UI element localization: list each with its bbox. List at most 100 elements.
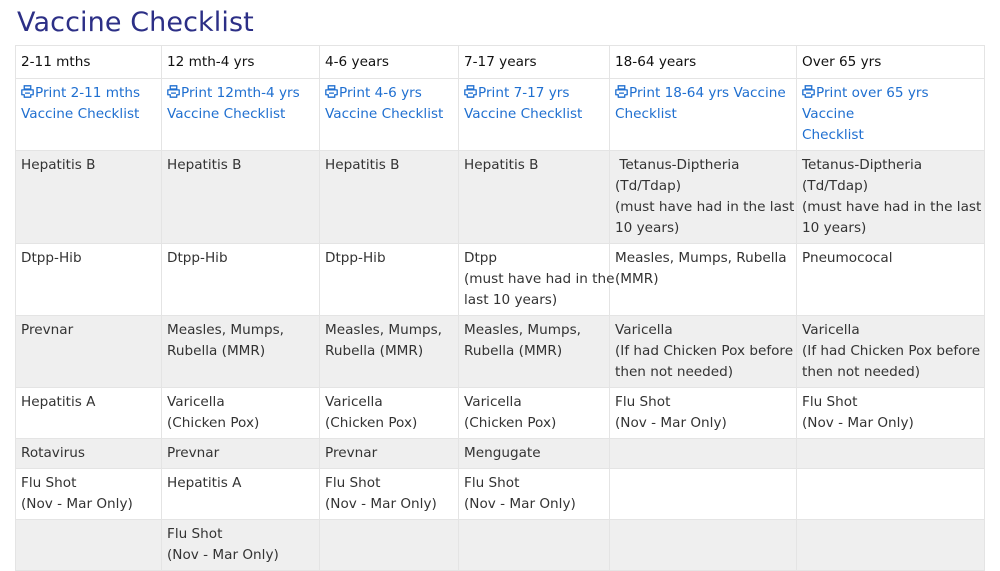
print-link-text: Print 18-64 yrs Vaccine — [615, 83, 791, 104]
print-checklist-link-4-6-years[interactable]: Print 4-6 yrs Vaccine Checklist — [325, 83, 453, 125]
print-checklist-link-over-65-yrs[interactable]: Print over 65 yrs Vaccine Checklist — [802, 83, 979, 146]
vaccine-text: Flu Shot — [464, 475, 520, 491]
print-link-text: Checklist — [615, 106, 677, 122]
table-cell: Tetanus-Diptheria (Td/Tdap) (must have had… — [796, 150, 985, 244]
vaccine-text: (Chicken Pox) — [325, 415, 418, 431]
table-cell — [796, 519, 985, 571]
vaccine-text: Flu Shot — [615, 394, 671, 410]
table-cell: Measles, Mumps, Rubella (MMR) — [458, 315, 610, 388]
print-link-text: Vaccine Checklist — [464, 106, 583, 122]
print-checklist-link-7-17-years[interactable]: Print 7-17 yrs Vaccine Checklist — [464, 83, 604, 125]
table-cell: Flu Shot (Nov - Mar Only) — [609, 387, 797, 439]
vaccine-text: Varicella — [802, 322, 860, 338]
table-cell — [609, 519, 797, 571]
printer-icon — [21, 85, 34, 98]
print-link-text: Print 2-11 mths — [21, 83, 156, 104]
vaccine-text: (MMR) — [615, 271, 659, 287]
print-checklist-link-18-64-years[interactable]: Print 18-64 yrs Vaccine Checklist — [615, 83, 791, 125]
vaccine-text: Measles, Mumps, Rubella — [615, 250, 787, 266]
print-link-cell: Print 7-17 yrs Vaccine Checklist — [458, 78, 610, 151]
vaccine-text: (Nov - Mar Only) — [464, 496, 576, 512]
vaccine-text: Prevnar — [167, 445, 220, 461]
vaccine-text: last 10 years) — [464, 292, 558, 308]
table-cell: Dtpp-Hib — [161, 243, 320, 316]
vaccine-text: Flu Shot — [21, 475, 77, 491]
vaccine-text: Dtpp-Hib — [21, 250, 82, 266]
vaccine-text: Hepatitis B — [21, 157, 96, 173]
vaccine-text: Varicella — [615, 322, 673, 338]
table-cell: Hepatitis A — [15, 387, 162, 439]
vaccine-text: (Chicken Pox) — [167, 415, 260, 431]
vaccine-text: (must have had in the last — [802, 199, 982, 215]
vaccine-text: Prevnar — [325, 445, 378, 461]
print-link-text: Print 7-17 yrs — [464, 83, 604, 104]
vaccine-text: Measles, Mumps, — [325, 322, 442, 338]
table-cell: Measles, Mumps, Rubella (MMR) — [319, 315, 459, 388]
print-link-text: Print 4-6 yrs — [325, 83, 453, 104]
vaccine-text: (If had Chicken Pox before — [615, 343, 794, 359]
table-cell: Flu Shot (Nov - Mar Only) — [15, 468, 162, 520]
table-cell: Varicella (Chicken Pox) — [319, 387, 459, 439]
table-cell — [15, 519, 162, 571]
table-cell: Measles, Mumps, Rubella (MMR) — [609, 243, 797, 316]
vaccine-text: (If had Chicken Pox before — [802, 343, 981, 359]
print-link-cell: Print 12mth-4 yrs Vaccine Checklist — [161, 78, 320, 151]
table-cell: Hepatitis B — [319, 150, 459, 244]
table-cell: Varicella (If had Chicken Pox before then … — [796, 315, 985, 388]
print-link-text: Vaccine Checklist — [21, 106, 140, 122]
vaccine-text: Hepatitis B — [167, 157, 242, 173]
table-row: Rotavirus Prevnar Prevnar Mengugate — [15, 438, 985, 469]
vaccine-text: Dtpp — [464, 250, 498, 266]
table-cell: Hepatitis B — [161, 150, 320, 244]
vaccine-text: (Nov - Mar Only) — [21, 496, 133, 512]
print-link-cell: Print 4-6 yrs Vaccine Checklist — [319, 78, 459, 151]
table-cell: Dtpp-Hib — [319, 243, 459, 316]
print-checklist-link-12-mth-4-yrs[interactable]: Print 12mth-4 yrs Vaccine Checklist — [167, 83, 314, 125]
column-header-18-64-years: 18-64 years — [609, 45, 797, 79]
print-link-cell: Print 2-11 mths Vaccine Checklist — [15, 78, 162, 151]
print-links-row: Print 2-11 mths Vaccine Checklist Print 12… — [15, 78, 985, 151]
vaccine-text: (Nov - Mar Only) — [167, 547, 279, 563]
vaccine-text: Flu Shot — [802, 394, 858, 410]
print-checklist-link-2-11-mths[interactable]: Print 2-11 mths Vaccine Checklist — [21, 83, 156, 125]
print-link-text: Checklist — [802, 127, 864, 143]
vaccine-text: Measles, Mumps, — [167, 322, 284, 338]
table-cell — [609, 438, 797, 469]
column-header-12mth-4yrs: 12 mth-4 yrs — [161, 45, 320, 79]
table-cell: Dtpp (must have had in the last 10 years) — [458, 243, 615, 316]
table-cell: Varicella (If had Chicken Pox before then … — [609, 315, 797, 388]
vaccine-text: Rubella (MMR) — [325, 343, 424, 359]
table-cell — [319, 519, 459, 571]
print-link-text: Vaccine Checklist — [167, 106, 286, 122]
vaccine-text: Pneumococal — [802, 250, 893, 266]
vaccine-text: (Td/Tdap) — [802, 178, 869, 194]
printer-icon — [464, 85, 477, 98]
column-header-over-65-yrs: Over 65 yrs — [796, 45, 985, 79]
table-cell — [609, 468, 797, 520]
vaccine-text: Prevnar — [21, 322, 74, 338]
vaccine-text: Rubella (MMR) — [464, 343, 563, 359]
vaccine-text: Varicella — [325, 394, 383, 410]
vaccine-text: (Td/Tdap) — [615, 178, 682, 194]
table-cell: Flu Shot (Nov - Mar Only) — [161, 519, 320, 571]
print-link-cell: Print 18-64 yrs Vaccine Checklist — [609, 78, 797, 151]
vaccine-text: Varicella — [167, 394, 225, 410]
page-title: Vaccine Checklist — [17, 7, 254, 38]
table-cell: Hepatitis A — [161, 468, 320, 520]
table-cell: Flu Shot (Nov - Mar Only) — [458, 468, 610, 520]
table-cell: Mengugate — [458, 438, 610, 469]
printer-icon — [802, 85, 815, 98]
table-cell: Prevnar — [15, 315, 162, 388]
table-row: Hepatitis A Varicella (Chicken Pox) Varicel… — [15, 387, 985, 439]
vaccine-text: 10 years) — [802, 220, 867, 236]
vaccine-text: Dtpp-Hib — [325, 250, 386, 266]
table-cell: Prevnar — [161, 438, 320, 469]
vaccine-text: then not needed) — [802, 364, 921, 380]
table-cell: Hepatitis B — [458, 150, 610, 244]
vaccine-text: Tetanus-Diptheria — [615, 157, 740, 173]
print-link-cell: Print over 65 yrs Vaccine Checklist — [796, 78, 985, 151]
vaccine-text: (Chicken Pox) — [464, 415, 557, 431]
table-cell: Rotavirus — [15, 438, 162, 469]
vaccine-text: Hepatitis B — [464, 157, 539, 173]
printer-icon — [325, 85, 338, 98]
